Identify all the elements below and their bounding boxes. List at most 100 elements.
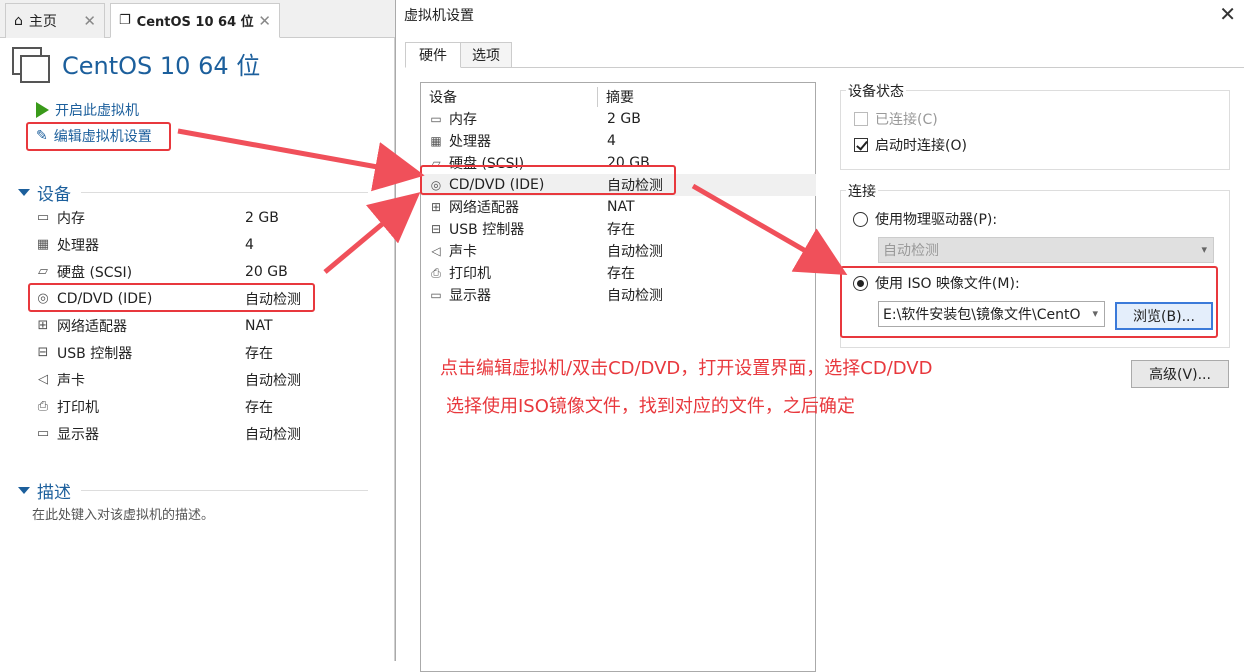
description-field[interactable]: 在此处键入对该虚拟机的描述。 <box>32 504 214 523</box>
connected-label: 已连接(C) <box>875 112 938 128</box>
physical-drive-value: 自动检测 <box>883 243 939 259</box>
device-value: 2 GB <box>607 111 641 127</box>
tab-vm[interactable]: ❐ CentOS 10 64 位 ✕ <box>110 3 280 38</box>
device-value: 自动检测 <box>245 426 301 443</box>
device-row-network[interactable]: ⊞ 网络适配器 NAT <box>33 312 323 339</box>
chevron-down-icon: ▾ <box>1201 243 1207 256</box>
vm-icon <box>12 46 50 83</box>
tab-home-label: 主页 <box>28 14 57 30</box>
printer-icon: ⎙ <box>431 265 441 280</box>
description-section-header[interactable]: 描述 <box>18 478 368 503</box>
device-value: 20 GB <box>245 263 288 280</box>
vm-icon: ❐ <box>119 13 131 28</box>
vm-title: CentOS 10 64 位 <box>12 46 261 83</box>
sound-icon: ◁ <box>431 244 441 258</box>
device-value: NAT <box>245 317 273 334</box>
highlight-iso-section <box>840 266 1218 338</box>
home-icon: ⌂ <box>14 13 23 29</box>
connect-at-power-on-label: 启动时连接(O) <box>875 138 967 154</box>
device-row-printer[interactable]: ⎙ 打印机 存在 <box>33 393 323 420</box>
close-icon[interactable]: ✕ <box>1219 2 1236 26</box>
device-value: 自动检测 <box>245 372 301 389</box>
processor-icon: ▦ <box>36 237 50 252</box>
device-value: 存在 <box>245 345 273 362</box>
highlight-cdrom-list <box>420 165 676 195</box>
list-item-usb[interactable]: ⊟ USB 控制器 存在 <box>422 218 816 240</box>
network-icon: ⊞ <box>430 200 442 214</box>
close-icon[interactable]: ✕ <box>83 12 96 30</box>
processor-icon: ▦ <box>430 134 442 148</box>
device-value: 4 <box>245 236 254 253</box>
device-status-group <box>840 90 1230 170</box>
close-icon[interactable]: ✕ <box>258 12 271 30</box>
device-name: 网络适配器 <box>449 200 519 216</box>
tab-home[interactable]: ⌂ 主页 ✕ <box>5 3 105 38</box>
page-title: CentOS 10 64 位 <box>62 52 261 80</box>
physical-drive-select[interactable]: 自动检测 ▾ <box>878 237 1214 263</box>
tab-vm-label: CentOS 10 64 位 <box>136 15 254 30</box>
device-name: USB 控制器 <box>57 345 133 362</box>
memory-icon: ▭ <box>430 112 442 126</box>
sound-icon: ◁ <box>38 372 48 387</box>
device-name: 声卡 <box>449 244 477 260</box>
display-icon: ▭ <box>430 288 442 302</box>
device-list-header: 设备 摘要 <box>429 87 809 107</box>
device-name: 网络适配器 <box>57 318 127 335</box>
device-name: 打印机 <box>449 266 491 282</box>
column-device: 设备 <box>429 90 457 106</box>
device-name: 声卡 <box>57 372 85 389</box>
column-summary: 摘要 <box>606 90 634 106</box>
list-item-printer[interactable]: ⎙ 打印机 存在 <box>422 262 816 284</box>
start-vm-link[interactable]: 开启此虚拟机 <box>36 100 139 120</box>
devices-section-header[interactable]: 设备 <box>18 180 368 205</box>
device-name: 显示器 <box>57 426 99 443</box>
usb-icon: ⊟ <box>430 222 442 236</box>
list-item-processor[interactable]: ▦ 处理器 4 <box>422 130 816 152</box>
advanced-button[interactable]: 高级(V)... <box>1131 360 1229 388</box>
highlight-cdrom <box>28 283 315 312</box>
memory-icon: ▭ <box>36 210 50 225</box>
device-name: 打印机 <box>57 399 99 416</box>
physical-drive-label: 使用物理驱动器(P): <box>875 212 998 228</box>
tab-options[interactable]: 选项 <box>460 42 512 68</box>
highlight-edit-settings <box>26 122 171 151</box>
annotation-line-1: 点击编辑虚拟机/双击CD/DVD，打开设置界面，选择CD/DVD <box>440 358 933 379</box>
device-name: 内存 <box>449 112 477 128</box>
usb-icon: ⊟ <box>37 345 49 360</box>
tab-options-label: 选项 <box>472 48 500 64</box>
device-value: 2 GB <box>245 209 279 226</box>
tab-hardware[interactable]: 硬件 <box>405 42 461 68</box>
tab-hardware-label: 硬件 <box>419 48 447 64</box>
connected-checkbox[interactable]: 已连接(C) <box>854 109 938 129</box>
device-name: 显示器 <box>449 288 491 304</box>
display-icon: ▭ <box>36 426 50 441</box>
list-item-sound[interactable]: ◁ 声卡 自动检测 <box>422 240 816 262</box>
connection-label: 连接 <box>846 181 878 201</box>
device-value: 自动检测 <box>607 288 663 304</box>
devices-header-label: 设备 <box>37 185 71 205</box>
printer-icon: ⎙ <box>37 399 49 414</box>
play-icon <box>36 102 49 118</box>
device-row-memory[interactable]: ▭ 内存 2 GB <box>33 204 323 231</box>
connect-at-power-on-checkbox[interactable]: 启动时连接(O) <box>854 135 967 155</box>
device-value: NAT <box>607 199 635 215</box>
device-value: 存在 <box>607 222 635 238</box>
tab-bar: ⌂ 主页 ✕ ❐ CentOS 10 64 位 ✕ <box>0 0 395 38</box>
start-vm-label: 开启此虚拟机 <box>55 103 139 119</box>
device-row-usb[interactable]: ⊟ USB 控制器 存在 <box>33 339 323 366</box>
list-item-display[interactable]: ▭ 显示器 自动检测 <box>422 284 816 306</box>
device-row-harddisk[interactable]: ▱ 硬盘 (SCSI) 20 GB <box>33 258 323 285</box>
description-header-label: 描述 <box>37 483 71 503</box>
device-row-sound[interactable]: ◁ 声卡 自动检测 <box>33 366 323 393</box>
device-value: 存在 <box>607 266 635 282</box>
dialog-title: 虚拟机设置 <box>404 8 474 24</box>
device-row-processor[interactable]: ▦ 处理器 4 <box>33 231 323 258</box>
list-item-network[interactable]: ⊞ 网络适配器 NAT <box>422 196 816 218</box>
device-name: 内存 <box>57 210 85 227</box>
network-icon: ⊞ <box>37 318 49 333</box>
physical-drive-radio[interactable]: 使用物理驱动器(P): <box>853 209 997 229</box>
collapse-icon <box>18 487 30 494</box>
annotation-line-2: 选择使用ISO镜像文件，找到对应的文件，之后确定 <box>446 396 855 417</box>
list-item-memory[interactable]: ▭ 内存 2 GB <box>422 108 816 130</box>
device-row-display[interactable]: ▭ 显示器 自动检测 <box>33 420 323 447</box>
